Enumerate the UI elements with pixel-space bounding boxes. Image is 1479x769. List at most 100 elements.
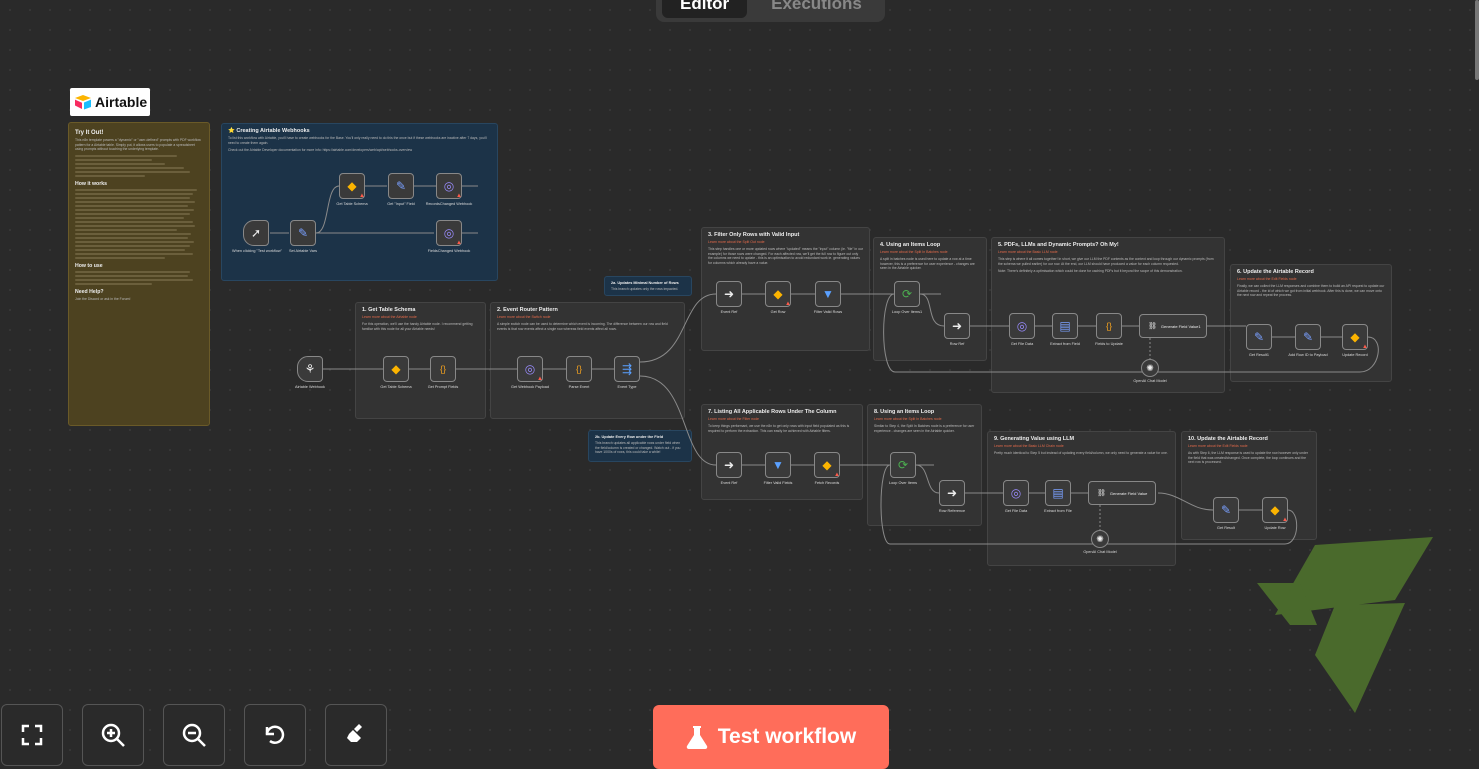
node-label: Row Ref — [949, 342, 965, 346]
filter-icon: ▼ — [822, 287, 834, 301]
arrow-right-icon: ➜ — [951, 319, 963, 333]
airtable-icon: ◆ — [1270, 503, 1280, 517]
globe-icon: ◎ — [443, 226, 455, 240]
node-label: Row Reference — [938, 509, 966, 513]
node-label: Set Airtable Vars — [289, 249, 317, 253]
webhook-icon: ⚘ — [304, 362, 316, 376]
node-label: Generate Field Value1 — [1160, 323, 1201, 329]
update-row-node[interactable]: ◆ ▲ — [1262, 497, 1288, 523]
pencil-icon: ✎ — [395, 179, 407, 193]
chain-link-icon: ⛓ — [1097, 490, 1106, 497]
extract-from-pdf-node[interactable]: ▤ — [1052, 313, 1078, 339]
globe-icon: ◎ — [443, 179, 455, 193]
get-file-data-node-2[interactable]: ◎ — [1003, 480, 1029, 506]
code-braces-icon: {} — [575, 364, 582, 374]
openai-icon: ✺ — [1146, 362, 1154, 373]
openai-chat-model-node[interactable]: ✺ — [1141, 359, 1159, 377]
filter-valid-fields-node[interactable]: ▼ — [765, 452, 791, 478]
pencil-icon: ✎ — [1302, 330, 1314, 344]
event-type-switch-node[interactable]: ⇶ — [614, 356, 640, 382]
openai-icon: ✺ — [1096, 533, 1104, 544]
pencil-icon: ✎ — [297, 226, 309, 240]
set-airtable-vars-node[interactable]: ✎ — [290, 220, 316, 246]
airtable-webhook-node[interactable]: ⚘ — [297, 356, 323, 382]
row-ref-node[interactable]: ➜ — [944, 313, 970, 339]
airtable-icon: ◆ — [1350, 330, 1360, 344]
node-label: Loop Over Items — [888, 481, 918, 485]
broom-icon — [347, 724, 362, 742]
get-file-data-node[interactable]: ◎ — [1009, 313, 1035, 339]
fetch-records-node[interactable]: ◆ ▲ — [814, 452, 840, 478]
fields-to-update-node[interactable]: {} — [1096, 313, 1122, 339]
generate-field-value-node[interactable]: ⛓ Generate Field Value1 — [1139, 314, 1207, 338]
get-result-node[interactable]: ✎ — [1246, 324, 1272, 350]
zoom-in-icon — [101, 723, 125, 747]
brand-watermark-shape — [1257, 537, 1433, 713]
arrow-right-icon: ➜ — [723, 287, 735, 301]
node-label: Update Record — [1342, 353, 1368, 357]
node-label: Event Type — [617, 385, 637, 389]
flask-icon — [686, 726, 708, 750]
filter-icon: ▼ — [772, 458, 784, 472]
fullscreen-icon — [21, 724, 43, 746]
node-label: OpenAI Chat Model — [1133, 379, 1167, 383]
row-reference-node[interactable]: ➜ — [939, 480, 965, 506]
airtable-icon: ◆ — [773, 287, 783, 301]
airtable-icon: ◆ — [347, 179, 357, 193]
node-label: FieldsChanged Webhook — [427, 249, 471, 253]
node-label: Get Prompt Fields — [427, 385, 459, 389]
get-table-schema-node[interactable]: ◆ — [383, 356, 409, 382]
update-record-node[interactable]: ◆ ▲ — [1342, 324, 1368, 350]
extract-from-file-node[interactable]: ▤ — [1045, 480, 1071, 506]
openai-chat-model-node-2[interactable]: ✺ — [1091, 530, 1109, 548]
test-workflow-label: Test workflow — [717, 725, 857, 748]
node-label: Filter Valid Rows — [813, 310, 843, 314]
get-webhook-payload-node[interactable]: ◎ ▲ — [517, 356, 543, 382]
warning-icon: ▲ — [1362, 344, 1368, 350]
switch-icon: ⇶ — [621, 362, 633, 376]
warning-icon: ▲ — [456, 240, 462, 246]
generate-field-value-node-2[interactable]: ⛓ Generate Field Value — [1088, 481, 1156, 505]
event-ref-node-2[interactable]: ➜ — [716, 452, 742, 478]
arrow-right-icon: ➜ — [946, 486, 958, 500]
file-icon: ▤ — [1059, 319, 1071, 333]
loop-over-items-node-2[interactable]: ⟳ — [890, 452, 916, 478]
records-changed-webhook-node[interactable]: ◎ ▲ — [436, 173, 462, 199]
get-prompt-fields-node[interactable]: {} — [430, 356, 456, 382]
globe-icon: ◎ — [524, 362, 536, 376]
code-braces-icon: {} — [1105, 321, 1112, 331]
loop-over-items-node[interactable]: ⟳ — [894, 281, 920, 307]
manual-trigger-node[interactable]: ➚ — [243, 220, 269, 246]
get-input-field-node[interactable]: ✎ — [388, 173, 414, 199]
loop-icon: ⟳ — [901, 287, 913, 301]
get-table-schema-node-a[interactable]: ◆ ▲ — [339, 173, 365, 199]
warning-icon: ▲ — [1282, 517, 1288, 523]
warning-icon: ▲ — [834, 472, 840, 478]
arrow-right-icon: ➜ — [723, 458, 735, 472]
node-label: Extract from File — [1044, 509, 1072, 513]
warning-icon: ▲ — [537, 376, 543, 382]
undo-icon — [265, 725, 285, 744]
chain-link-icon: ⛓ — [1148, 323, 1157, 330]
code-braces-icon: {} — [439, 364, 446, 374]
loop-icon: ⟳ — [897, 458, 909, 472]
pencil-icon: ✎ — [1253, 330, 1265, 344]
globe-icon: ◎ — [1016, 319, 1028, 333]
node-label: Generate Field Value — [1109, 490, 1148, 496]
get-result-node-2[interactable]: ✎ — [1213, 497, 1239, 523]
file-icon: ▤ — [1052, 486, 1064, 500]
parse-event-node[interactable]: {} — [566, 356, 592, 382]
node-label: Update Row — [1264, 526, 1286, 530]
event-ref-node[interactable]: ➜ — [716, 281, 742, 307]
cursor-icon: ➚ — [250, 226, 262, 240]
node-label: Fields to Update — [1095, 342, 1123, 346]
test-workflow-button[interactable]: Test workflow — [653, 705, 889, 769]
fields-changed-webhook-node[interactable]: ◎ ▲ — [436, 220, 462, 246]
warning-icon: ▲ — [785, 301, 791, 307]
filter-valid-rows-node[interactable]: ▼ — [815, 281, 841, 307]
node-label: Fetch Records — [814, 481, 840, 485]
add-row-id-node[interactable]: ✎ — [1295, 324, 1321, 350]
get-row-node[interactable]: ◆ ▲ — [765, 281, 791, 307]
pencil-icon: ✎ — [1220, 503, 1232, 517]
airtable-icon: ◆ — [391, 362, 401, 376]
